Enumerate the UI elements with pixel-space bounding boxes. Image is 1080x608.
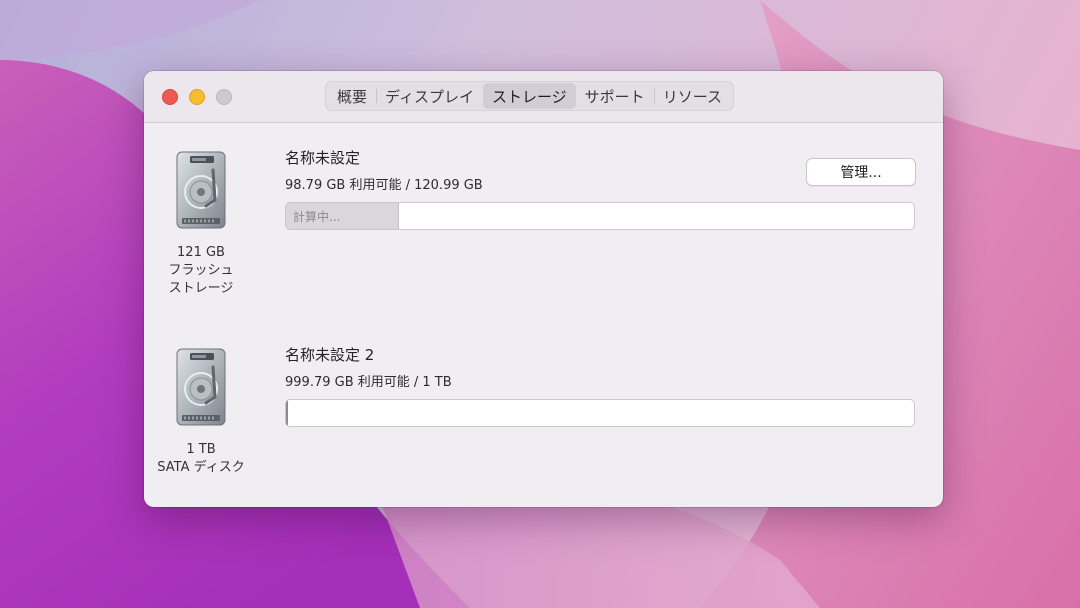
drive-type-2: ストレージ [168, 281, 234, 296]
storage-usage-bar [285, 399, 915, 427]
hard-drive-icon [176, 348, 226, 426]
about-this-mac-window: 概要 ディスプレイ ストレージ サポート リソース 121 GB フラッシュ ス… [144, 71, 943, 507]
drive-row-sata: 1 TB SATA ディスク 名称未設定 2 999.79 GB 利用可能 / … [144, 321, 943, 491]
volume-name: 名称未設定 2 [285, 346, 375, 364]
drive-capacity: 1 TB [186, 442, 216, 457]
drive-caption: 1 TB SATA ディスク [149, 441, 253, 477]
tab-overview[interactable]: 概要 [328, 83, 376, 109]
drive-capacity: 121 GB [177, 245, 225, 260]
usage-fill-calculating: 計算中... [286, 203, 400, 229]
drive-row-flash: 121 GB フラッシュ ストレージ 名称未設定 98.79 GB 利用可能 /… [144, 124, 943, 296]
drive-type: フラッシュ [168, 263, 234, 278]
zoom-button[interactable] [216, 89, 232, 105]
tab-resources[interactable]: リソース [653, 83, 731, 109]
tab-bar: 概要 ディスプレイ ストレージ サポート リソース [325, 81, 734, 111]
tab-storage[interactable]: ストレージ [482, 83, 576, 109]
storage-panel: 121 GB フラッシュ ストレージ 名称未設定 98.79 GB 利用可能 /… [144, 124, 943, 507]
drive-type: SATA ディスク [157, 460, 245, 475]
volume-info: 98.79 GB 利用可能 / 120.99 GB [285, 178, 483, 193]
volume-info: 999.79 GB 利用可能 / 1 TB [285, 375, 452, 390]
tab-displays[interactable]: ディスプレイ [376, 83, 483, 109]
usage-fill [286, 400, 288, 426]
volume-name: 名称未設定 [285, 149, 361, 167]
title-bar: 概要 ディスプレイ ストレージ サポート リソース [144, 71, 943, 123]
drive-caption: 121 GB フラッシュ ストレージ [149, 244, 253, 298]
minimize-button[interactable] [189, 89, 205, 105]
storage-usage-bar: 計算中... [285, 202, 915, 230]
tab-support[interactable]: サポート [576, 83, 654, 109]
manage-button[interactable]: 管理... [806, 158, 916, 186]
hard-drive-icon [176, 151, 226, 229]
close-button[interactable] [162, 89, 178, 105]
